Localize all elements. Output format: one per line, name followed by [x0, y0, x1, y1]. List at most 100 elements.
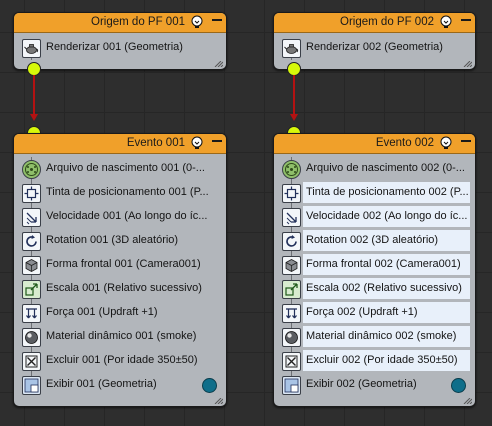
- operator-row-scale[interactable]: Escala 001 (Relativo sucessivo): [19, 277, 221, 301]
- operator-label: Forma frontal 002 (Camera001): [303, 254, 470, 275]
- output-port[interactable]: [27, 62, 41, 76]
- scale-icon[interactable]: [282, 280, 301, 299]
- lightbulb-icon[interactable]: [190, 136, 204, 150]
- operator-row-birth[interactable]: Arquivo de nascimento 002 (0-...: [279, 157, 470, 181]
- display-status-icon[interactable]: [451, 378, 466, 393]
- operator-row-display[interactable]: Exibir 001 (Geometria): [19, 373, 221, 396]
- display-icon[interactable]: [22, 376, 41, 395]
- operator-label: Rotation 002 (3D aleatório): [303, 230, 470, 251]
- operator-label: Força 001 (Updraft +1): [46, 306, 158, 318]
- operator-label: Força 002 (Updraft +1): [303, 302, 470, 323]
- operator-list: Arquivo de nascimento 001 (0-... Tinta d…: [14, 154, 226, 396]
- wire-arrow-icon: [30, 114, 38, 121]
- minimize-icon[interactable]: [461, 140, 471, 142]
- operator-row[interactable]: Renderizar 001 (Geometria): [19, 36, 221, 60]
- operator-row-delete[interactable]: Excluir 002 (Por idade 350±50): [279, 349, 470, 373]
- source-node-001[interactable]: Origem do PF 001 Renderizar 001 (Geometr…: [13, 12, 227, 70]
- operator-row-material[interactable]: Material dinâmico 002 (smoke): [279, 325, 470, 349]
- material-icon[interactable]: [282, 328, 301, 347]
- operator-label: Escala 001 (Relativo sucessivo): [46, 282, 202, 294]
- operator-label: Velocidade 002 (Ao longo do íc...: [303, 206, 470, 227]
- operator-label: Renderizar 001 (Geometria): [46, 41, 183, 53]
- resize-grip-icon[interactable]: [460, 61, 472, 67]
- operator-row-force[interactable]: Força 002 (Updraft +1): [279, 301, 470, 325]
- operator-label: Arquivo de nascimento 002 (0-...: [306, 162, 465, 174]
- operator-label: Renderizar 002 (Geometria): [306, 41, 443, 53]
- resize-grip-icon[interactable]: [211, 398, 223, 404]
- rotation-icon[interactable]: [282, 232, 301, 251]
- lightbulb-icon[interactable]: [439, 15, 453, 29]
- operator-row-force[interactable]: Força 001 (Updraft +1): [19, 301, 221, 325]
- source-node-header[interactable]: Origem do PF 001: [14, 13, 226, 33]
- lightbulb-icon[interactable]: [190, 15, 204, 29]
- operator-row-position[interactable]: Tinta de posicionamento 002 (P...: [279, 181, 470, 205]
- operator-row-delete[interactable]: Excluir 001 (Por idade 350±50): [19, 349, 221, 373]
- material-icon[interactable]: [22, 328, 41, 347]
- force-icon[interactable]: [282, 304, 301, 323]
- scale-icon[interactable]: [22, 280, 41, 299]
- force-icon[interactable]: [22, 304, 41, 323]
- event-node-title: Evento 001: [126, 137, 185, 149]
- display-icon[interactable]: [282, 376, 301, 395]
- operator-label: Forma frontal 001 (Camera001): [46, 258, 201, 270]
- source-node-002[interactable]: Origem do PF 002 Renderizar 002 (Geometr…: [273, 12, 476, 70]
- teapot-icon[interactable]: [22, 39, 41, 58]
- wire: [33, 75, 35, 115]
- operator-row-rotation[interactable]: Rotation 001 (3D aleatório): [19, 229, 221, 253]
- wire-arrow-icon: [290, 114, 298, 121]
- minimize-icon[interactable]: [212, 140, 222, 142]
- operator-label: Material dinâmico 002 (smoke): [303, 326, 470, 347]
- operator-label: Material dinâmico 001 (smoke): [46, 330, 197, 342]
- event-node-002[interactable]: Evento 002 Arquivo de nascimento 002 (0-…: [273, 133, 476, 407]
- operator-row-birth[interactable]: Arquivo de nascimento 001 (0-...: [19, 157, 221, 181]
- operator-row-scale[interactable]: Escala 002 (Relativo sucessivo): [279, 277, 470, 301]
- teapot-icon[interactable]: [282, 39, 301, 58]
- operator-row-position[interactable]: Tinta de posicionamento 001 (P...: [19, 181, 221, 205]
- delete-icon[interactable]: [22, 352, 41, 371]
- source-node-title: Origem do PF 001: [91, 16, 185, 28]
- operator-row-shape[interactable]: Forma frontal 001 (Camera001): [19, 253, 221, 277]
- operator-row-display[interactable]: Exibir 002 (Geometria): [279, 373, 470, 396]
- operator-list: Arquivo de nascimento 002 (0-... Tinta d…: [274, 154, 475, 396]
- operator-label: Tinta de posicionamento 001 (P...: [46, 186, 209, 198]
- rotation-icon[interactable]: [22, 232, 41, 251]
- operator-row-speed[interactable]: Velocidade 001 (Ao longo do íc...: [19, 205, 221, 229]
- display-status-icon[interactable]: [202, 378, 217, 393]
- speed-icon[interactable]: [22, 208, 41, 227]
- operator-label: Escala 002 (Relativo sucessivo): [303, 278, 470, 299]
- minimize-icon[interactable]: [461, 19, 471, 21]
- lightbulb-icon[interactable]: [439, 136, 453, 150]
- source-node-title: Origem do PF 002: [340, 16, 434, 28]
- resize-grip-icon[interactable]: [460, 398, 472, 404]
- operator-row-material[interactable]: Material dinâmico 001 (smoke): [19, 325, 221, 349]
- resize-grip-icon[interactable]: [211, 61, 223, 67]
- birth-icon[interactable]: [22, 160, 41, 179]
- event-node-001[interactable]: Evento 001 Arquivo de nascimento 001 (0-…: [13, 133, 227, 407]
- event-node-header[interactable]: Evento 002: [274, 134, 475, 154]
- minimize-icon[interactable]: [212, 19, 222, 21]
- operator-row-rotation[interactable]: Rotation 002 (3D aleatório): [279, 229, 470, 253]
- event-node-title: Evento 002: [375, 137, 434, 149]
- output-port[interactable]: [287, 62, 301, 76]
- event-node-header[interactable]: Evento 001: [14, 134, 226, 154]
- operator-row-speed[interactable]: Velocidade 002 (Ao longo do íc...: [279, 205, 470, 229]
- operator-row[interactable]: Renderizar 002 (Geometria): [279, 36, 470, 60]
- operator-label: Excluir 001 (Por idade 350±50): [46, 354, 198, 366]
- operator-label: Excluir 002 (Por idade 350±50): [303, 350, 470, 371]
- operator-label: Tinta de posicionamento 002 (P...: [303, 182, 470, 203]
- position-icon[interactable]: [282, 184, 301, 203]
- operator-label: Velocidade 001 (Ao longo do íc...: [46, 210, 208, 222]
- shape-icon[interactable]: [282, 256, 301, 275]
- operator-label: Exibir 001 (Geometria): [46, 378, 157, 390]
- position-icon[interactable]: [22, 184, 41, 203]
- operator-label: Exibir 002 (Geometria): [306, 378, 417, 390]
- operator-label: Arquivo de nascimento 001 (0-...: [46, 162, 205, 174]
- wire: [293, 75, 295, 115]
- birth-icon[interactable]: [282, 160, 301, 179]
- operator-row-shape[interactable]: Forma frontal 002 (Camera001): [279, 253, 470, 277]
- shape-icon[interactable]: [22, 256, 41, 275]
- source-node-header[interactable]: Origem do PF 002: [274, 13, 475, 33]
- delete-icon[interactable]: [282, 352, 301, 371]
- operator-label: Rotation 001 (3D aleatório): [46, 234, 179, 246]
- speed-icon[interactable]: [282, 208, 301, 227]
